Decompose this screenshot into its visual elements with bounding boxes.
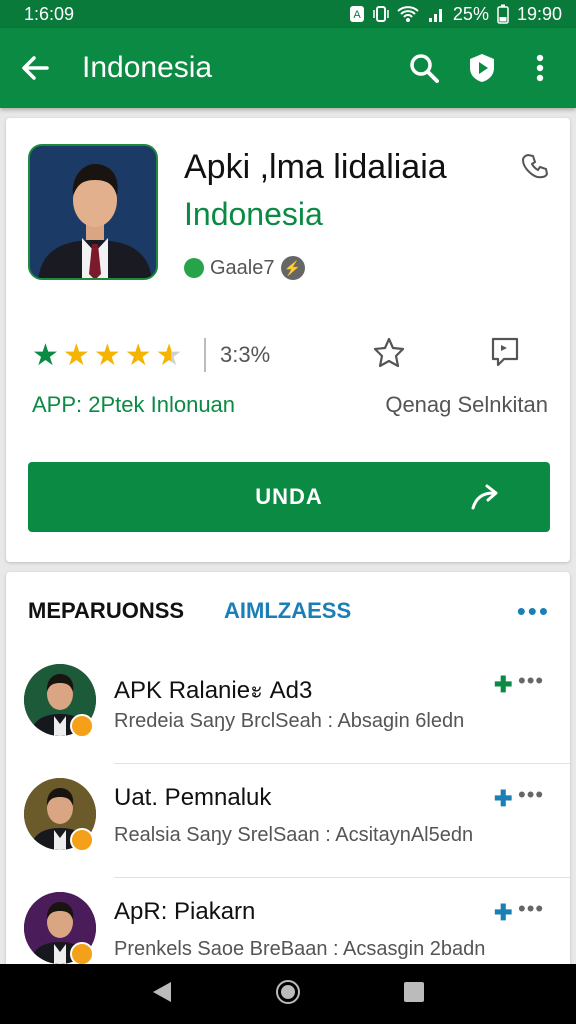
app-meta-text: Gaale7 [210, 256, 275, 279]
overflow-menu-icon [536, 54, 544, 82]
star-icon: ★ [62, 339, 90, 372]
add-button[interactable]: ✚ [494, 672, 512, 698]
vibrate-icon [373, 5, 389, 23]
list-item-subtitle: Prenkels Saoe BreBaan : Acsasgin 2badn [114, 938, 486, 960]
report-flag-button[interactable] [490, 336, 520, 375]
share-button[interactable] [470, 482, 500, 518]
share-icon [471, 484, 498, 510]
overflow-menu-button[interactable] [524, 52, 556, 84]
svg-text:A: A [353, 9, 361, 21]
tab-active[interactable]: MEPARUONSS [28, 598, 184, 624]
app-bar: Indonesia [0, 28, 576, 108]
list-item-subtitle: Rredeia Saŋy BrclSeah : Absagin 6ledn [114, 710, 465, 732]
app-icon [28, 144, 158, 280]
system-nav-bar [0, 964, 576, 1024]
search-button[interactable] [408, 52, 440, 84]
tabs-more-button[interactable]: ••• [517, 596, 550, 627]
status-clock: 19:90 [516, 3, 562, 24]
star-icon: ★ [124, 339, 152, 372]
nav-back-button[interactable] [151, 980, 173, 1009]
battery-percent: 25% [452, 3, 489, 24]
related-apps-card: MEPARUONSS AIMLZAESS ••• APK Ralanieะ Ad… [6, 572, 570, 972]
play-protect-button[interactable] [466, 52, 498, 84]
more-button[interactable]: ••• [518, 782, 544, 808]
tab-bar: MEPARUONSS AIMLZAESS ••• [6, 572, 570, 650]
status-bar: 1:6:09 A 25% 19:90 [0, 0, 576, 28]
report-link[interactable]: Qenag Selnkitan [385, 392, 548, 418]
install-button[interactable]: UNDA [28, 462, 550, 532]
list-item-title: Uat. Pemnaluk [114, 784, 272, 811]
wishlist-button[interactable] [372, 336, 406, 375]
nav-home-icon [276, 979, 300, 1004]
person-portrait-icon [30, 146, 156, 278]
page-title: Indonesia [82, 51, 213, 84]
star-icon: ★ [93, 339, 121, 372]
app-category[interactable]: APP: 2Ptek Inlonuan [32, 392, 235, 418]
list-item-title: ApR: Piakarn [114, 898, 256, 925]
play-protect-icon [470, 54, 494, 82]
signal-icon [427, 5, 445, 23]
nav-recents-icon [404, 981, 424, 1002]
list-item[interactable]: APK Ralanieะ Ad3 Rredeia Saŋy BrclSeah :… [6, 650, 570, 764]
wifi-icon [397, 5, 419, 23]
nav-back-icon [153, 981, 171, 1002]
status-icons: A 25% 19:90 [349, 4, 562, 25]
back-button[interactable] [0, 56, 70, 80]
status-time: 1:6:09 [24, 3, 75, 24]
back-arrow-icon [22, 56, 49, 80]
add-button[interactable]: ✚ [494, 786, 512, 812]
list-item[interactable]: Uat. Pemnaluk Realsia Saŋy SrelSaan : Ac… [6, 764, 570, 878]
rating-divider [204, 338, 206, 372]
battery-icon [497, 4, 509, 24]
nav-recents-button[interactable] [403, 981, 425, 1008]
notification-icon: A [349, 5, 365, 23]
app-meta: Gaale7 ⚡ [184, 256, 305, 280]
more-button[interactable]: ••• [518, 896, 544, 922]
rating-stars: ★ ★ ★ ★ ★ [32, 338, 183, 373]
phone-icon [521, 153, 549, 179]
avatar-badge-icon [70, 828, 94, 852]
list-item[interactable]: ApR: Piakarn Prenkels Saoe BreBaan : Acs… [6, 878, 570, 972]
app-name: Apki ,lma lidaliaia [184, 148, 447, 186]
tab-other[interactable]: AIMLZAESS [224, 598, 351, 624]
verified-badge-icon [184, 258, 204, 278]
rating-count: 3:3% [220, 342, 271, 367]
list-item-title: APK Ralanieะ Ad3 [114, 677, 313, 704]
flag-icon [491, 337, 519, 367]
more-button[interactable]: ••• [518, 668, 544, 694]
app-detail-card: Apki ,lma lidaliaia Indonesia Gaale7 ⚡ ★… [6, 118, 570, 562]
developer-name[interactable]: Indonesia [184, 196, 323, 233]
avatar-badge-icon [70, 714, 94, 738]
star-half-icon: ★ [155, 339, 183, 372]
list-item-subtitle: Realsia Saŋy SrelSaan : AcsitaynAl5edn [114, 824, 474, 846]
wishlist-icon [373, 337, 405, 368]
add-button[interactable]: ✚ [494, 900, 512, 926]
nav-home-button[interactable] [275, 979, 301, 1010]
install-button-label: UNDA [255, 484, 323, 509]
info-badge-icon: ⚡ [280, 256, 305, 280]
star-icon: ★ [32, 339, 59, 372]
search-icon [410, 54, 439, 83]
avatar-badge-icon [70, 942, 94, 966]
phone-button[interactable] [521, 152, 550, 185]
